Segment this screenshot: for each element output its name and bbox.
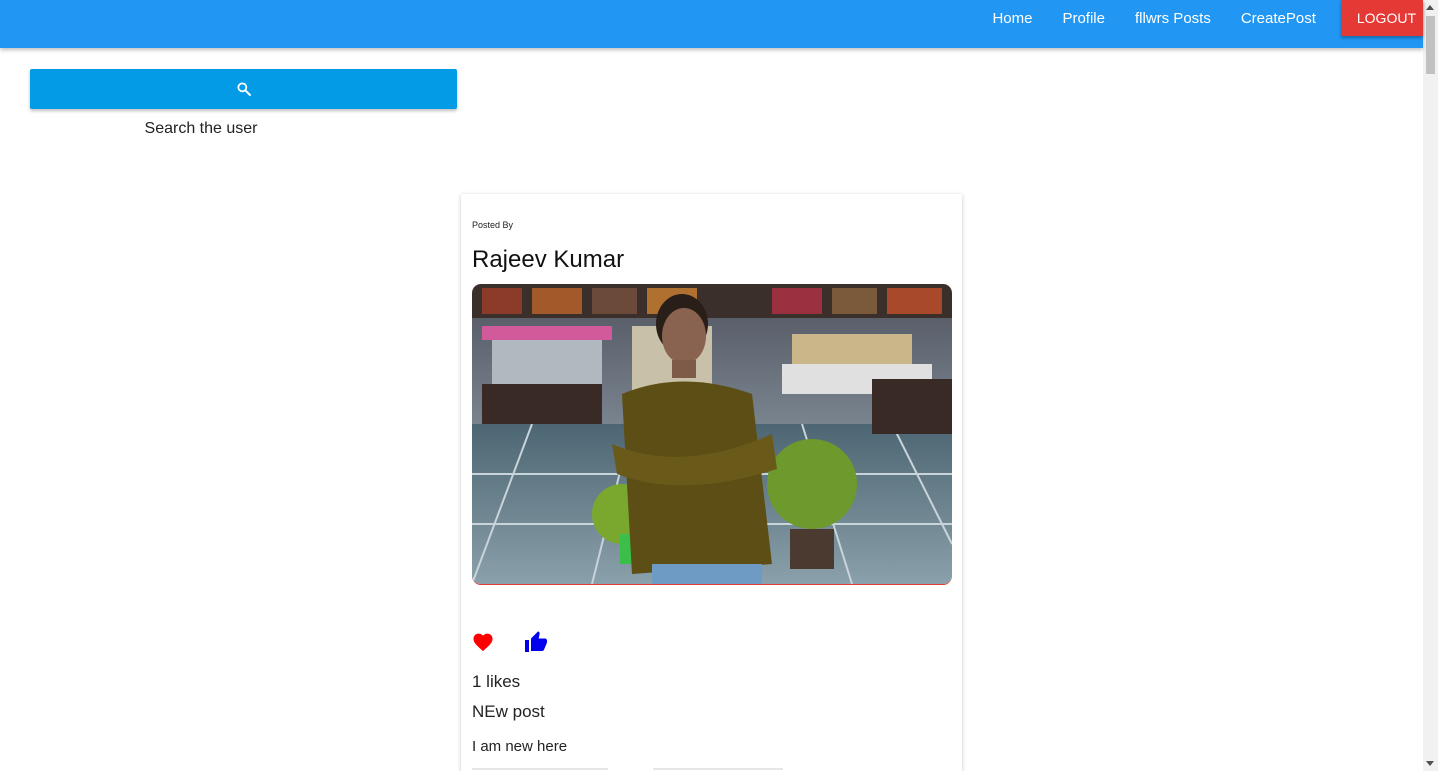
- page: Home Profile fllwrs Posts CreatePost LOG…: [0, 0, 1438, 771]
- scroll-up-arrow-icon[interactable]: [1426, 5, 1434, 10]
- post-body: I am new here: [472, 738, 568, 755]
- post-card: Posted By Rajeev Kumar 1 likes NEw post …: [461, 194, 962, 771]
- search-user-button[interactable]: [30, 69, 457, 109]
- comment-submit-area[interactable]: [653, 768, 783, 770]
- nav-profile-link[interactable]: Profile: [1047, 10, 1120, 27]
- post-image: [472, 284, 952, 585]
- likes-count: 1 likes: [472, 672, 521, 691]
- post-photo: [472, 284, 952, 584]
- scrollbar[interactable]: [1423, 0, 1438, 771]
- nav-home-link[interactable]: Home: [977, 10, 1047, 27]
- posted-by-label: Posted By: [472, 220, 514, 230]
- logout-button[interactable]: LOGOUT: [1340, 0, 1423, 36]
- search-icon: [236, 82, 251, 96]
- navbar: Home Profile fllwrs Posts CreatePost LOG…: [0, 0, 1423, 48]
- post-title: NEw post: [472, 702, 545, 721]
- post-author-name[interactable]: Rajeev Kumar: [472, 246, 624, 274]
- heart-icon[interactable]: [472, 632, 494, 652]
- scroll-thumb[interactable]: [1426, 16, 1435, 74]
- nav-create-post-link[interactable]: CreatePost: [1226, 10, 1331, 27]
- thumb-up-icon[interactable]: [524, 631, 548, 653]
- search-user-label: Search the user: [144, 120, 258, 137]
- comment-input[interactable]: [472, 768, 608, 770]
- scroll-down-arrow-icon[interactable]: [1426, 761, 1434, 766]
- nav-followers-posts-link[interactable]: fllwrs Posts: [1120, 10, 1226, 27]
- nav-links: Home Profile fllwrs Posts CreatePost LOG…: [977, 0, 1423, 36]
